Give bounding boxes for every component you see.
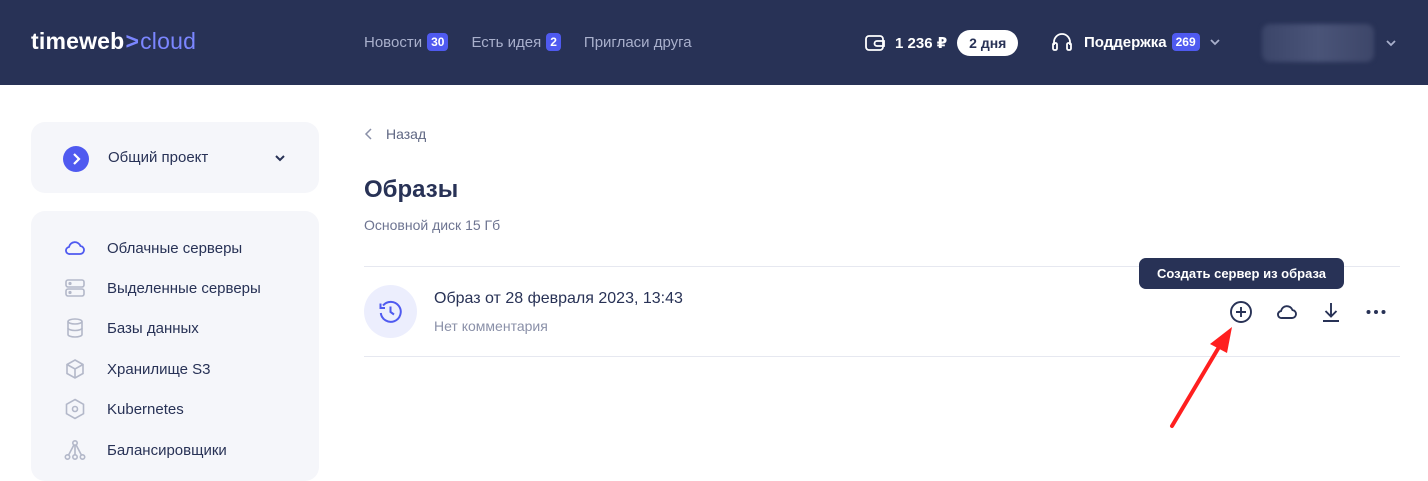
cloud-icon <box>65 241 85 255</box>
project-selector[interactable]: Общий проект <box>31 122 319 193</box>
image-history-icon <box>364 285 417 338</box>
sidebar-item-label: Выделенные серверы <box>107 279 261 297</box>
page-title: Образы <box>364 176 459 203</box>
cube-icon <box>66 359 84 379</box>
logo-text: timeweb <box>31 28 125 54</box>
user-account-blurred[interactable] <box>1262 24 1374 62</box>
wallet-icon <box>865 35 885 51</box>
image-comment: Нет комментария <box>434 318 548 334</box>
balance-widget[interactable]: 1 236 ₽ 2 дня <box>863 30 1019 56</box>
more-icon[interactable] <box>1364 300 1388 324</box>
project-name: Общий проект <box>108 149 209 166</box>
balancer-icon <box>64 439 86 460</box>
days-remaining-badge: 2 дня <box>957 30 1019 56</box>
back-link[interactable]: Назад <box>364 126 426 142</box>
nav-news[interactable]: Новости 30 <box>364 33 449 51</box>
sidebar-item-dedicated-servers[interactable]: Выделенные серверы <box>63 273 261 303</box>
download-icon[interactable] <box>1319 300 1343 324</box>
header-nav: Новости 30 Есть идея 2 Пригласи друга <box>364 33 715 51</box>
project-icon <box>63 146 89 172</box>
sidebar-item-kubernetes[interactable]: Kubernetes <box>63 394 184 424</box>
sidebar-menu: Облачные серверы Выделенные серверы Базы… <box>31 211 319 481</box>
nav-news-label: Новости <box>364 33 423 51</box>
sidebar-item-label: Базы данных <box>107 319 199 337</box>
sidebar-item-cloud-servers[interactable]: Облачные серверы <box>63 233 242 263</box>
sidebar-item-label: Балансировщики <box>107 441 227 459</box>
headset-icon <box>1052 33 1072 51</box>
sidebar-item-balancers[interactable]: Балансировщики <box>63 435 227 465</box>
server-icon <box>65 279 85 297</box>
database-icon <box>67 318 83 338</box>
timeweb-cloud-logo[interactable]: timeweb>cloud <box>31 28 196 55</box>
logo-separator: > <box>125 28 140 54</box>
top-navigation-bar: timeweb>cloud Новости 30 Есть идея 2 При… <box>0 0 1428 85</box>
disk-subtitle: Основной диск 15 Гб <box>364 217 501 233</box>
chevron-left-icon <box>364 128 372 140</box>
chevron-down-icon <box>1209 39 1220 46</box>
nav-idea[interactable]: Есть идея 2 <box>471 33 561 51</box>
add-circle-icon[interactable] <box>1229 300 1253 324</box>
divider <box>364 356 1400 357</box>
support-menu[interactable]: Поддержка 269 <box>1050 30 1222 54</box>
annotation-arrow-icon <box>1170 327 1232 428</box>
chevron-down-icon <box>275 155 285 162</box>
nav-invite-friend[interactable]: Пригласи друга <box>584 34 692 51</box>
sidebar-item-label: Kubernetes <box>107 400 184 418</box>
kubernetes-icon <box>65 398 85 420</box>
sidebar-item-storage-s3[interactable]: Хранилище S3 <box>63 354 211 384</box>
image-title[interactable]: Образ от 28 февраля 2023, 13:43 <box>434 290 683 308</box>
support-count-badge: 269 <box>1171 33 1200 51</box>
tooltip: Создать сервер из образа <box>1139 258 1344 289</box>
support-label: Поддержка <box>1084 33 1167 51</box>
logo-cloud-text: cloud <box>140 28 197 54</box>
sidebar-item-label: Облачные серверы <box>107 239 243 257</box>
news-count-badge: 30 <box>427 33 449 51</box>
sidebar-item-databases[interactable]: Базы данных <box>63 313 199 343</box>
back-label: Назад <box>386 126 427 142</box>
cloud-icon[interactable] <box>1275 300 1299 324</box>
balance-amount: 1 236 ₽ <box>895 35 948 52</box>
nav-idea-label: Есть идея <box>471 33 542 51</box>
nav-invite-label: Пригласи друга <box>583 33 692 51</box>
idea-count-badge: 2 <box>546 33 561 51</box>
sidebar-item-label: Хранилище S3 <box>107 360 211 378</box>
chevron-down-icon[interactable] <box>1384 36 1398 50</box>
